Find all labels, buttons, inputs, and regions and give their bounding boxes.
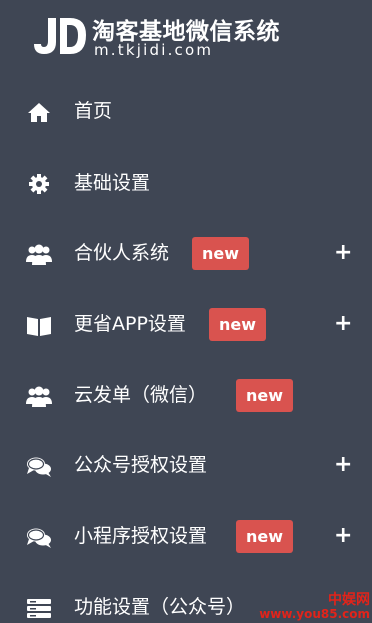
menu-item-label: 合伙人系统 bbox=[74, 242, 170, 264]
expand-plus-icon[interactable]: + bbox=[334, 311, 352, 337]
users-icon bbox=[26, 244, 52, 265]
menu-item-partner-system[interactable]: 合伙人系统 new + bbox=[0, 224, 372, 284]
sidebar: 淘客基地微信系统 m.tkjidi.com 首页 基础设置 合伙人系统 new … bbox=[0, 0, 372, 623]
new-badge: new bbox=[236, 379, 294, 412]
server-icon bbox=[27, 599, 51, 618]
expand-plus-icon[interactable]: + bbox=[334, 523, 352, 549]
menu-item-label: 更省APP设置 bbox=[74, 313, 186, 335]
menu-item-official-account-auth[interactable]: 公众号授权设置 + bbox=[0, 436, 372, 496]
brand-url: m.tkjidi.com bbox=[94, 41, 214, 59]
expand-plus-icon[interactable]: + bbox=[334, 240, 352, 266]
menu-item-label: 公众号授权设置 bbox=[74, 454, 208, 476]
watermark-url: www.you85.com bbox=[259, 607, 370, 621]
new-badge: new bbox=[236, 520, 294, 553]
watermark-cn: 中娱网 bbox=[328, 592, 370, 608]
watermark: 中娱网 www.you85.com bbox=[259, 593, 370, 620]
users-icon bbox=[26, 386, 52, 407]
menu-item-label: 功能设置（公众号） bbox=[74, 596, 246, 618]
menu-item-label: 云发单（微信） bbox=[74, 384, 208, 406]
expand-plus-icon[interactable]: + bbox=[334, 452, 352, 478]
jd-logo-icon bbox=[34, 18, 86, 54]
gear-icon bbox=[29, 174, 49, 194]
menu-item-mini-program-auth[interactable]: 小程序授权设置 new + bbox=[0, 507, 372, 567]
home-icon bbox=[28, 103, 50, 122]
book-icon bbox=[27, 317, 51, 336]
brand-header[interactable]: 淘客基地微信系统 m.tkjidi.com bbox=[0, 0, 372, 70]
menu-item-label: 小程序授权设置 bbox=[74, 525, 208, 547]
new-badge: new bbox=[192, 237, 250, 270]
menu-item-label: 首页 bbox=[74, 100, 113, 122]
new-badge: new bbox=[209, 308, 267, 341]
menu-item-basic-settings[interactable]: 基础设置 bbox=[0, 154, 372, 214]
chat-bubbles-icon bbox=[27, 457, 51, 477]
menu-item-label: 基础设置 bbox=[74, 172, 151, 194]
chat-bubbles-icon bbox=[27, 528, 51, 548]
menu-item-cloud-dispatch[interactable]: 云发单（微信） new bbox=[0, 366, 372, 426]
menu-item-app-settings[interactable]: 更省APP设置 new + bbox=[0, 295, 372, 355]
menu-item-home[interactable]: 首页 bbox=[0, 82, 372, 142]
